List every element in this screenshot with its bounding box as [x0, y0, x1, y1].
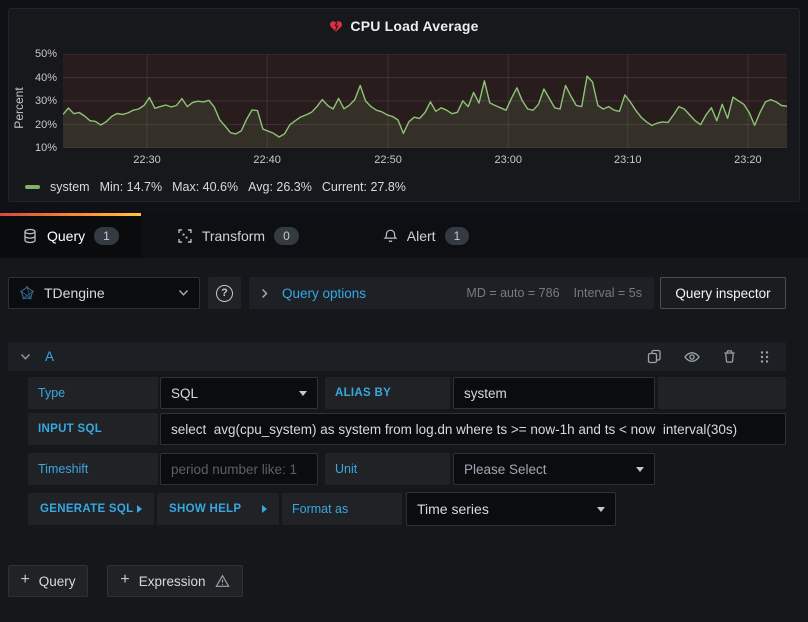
caret-down-icon [597, 507, 605, 512]
legend-avg: Avg: 26.3% [248, 180, 312, 194]
add-expression-button[interactable]: + Expression [107, 565, 243, 597]
chevron-down-icon [178, 289, 189, 297]
legend-max: Max: 40.6% [172, 180, 238, 194]
tab-alert[interactable]: Alert 1 [361, 213, 491, 258]
max-data-points-text: MD = auto = 786 [466, 286, 559, 300]
y-tick: 40% [9, 72, 57, 84]
tab-query[interactable]: Query 1 [0, 213, 141, 258]
query-row-header[interactable]: A [8, 342, 786, 371]
caret-down-icon [299, 391, 307, 396]
x-tick: 22:50 [360, 154, 416, 166]
tdengine-logo-icon [19, 285, 35, 301]
database-icon [22, 228, 38, 244]
query-editor-section: TDengine ? Query options MD = auto = 786… [0, 258, 808, 622]
tab-transform[interactable]: Transform 0 [155, 213, 321, 258]
panel-title: CPU Load Average [350, 18, 478, 34]
question-circle-icon: ? [216, 285, 233, 302]
tab-transform-label: Transform [202, 228, 265, 244]
y-tick: 20% [9, 119, 57, 131]
y-tick: 30% [9, 95, 57, 107]
type-label: Type [28, 377, 158, 409]
chevron-right-icon [261, 288, 268, 299]
alias-by-label: ALIAS BY [325, 377, 450, 409]
x-tick: 22:30 [119, 154, 175, 166]
sql-query-input[interactable] [160, 413, 786, 445]
input-sql-label: INPUT SQL [28, 413, 158, 445]
datasource-name: TDengine [44, 285, 169, 301]
y-tick: 10% [9, 142, 57, 154]
format-as-label: Format as [282, 493, 402, 525]
panel-preview-section: CPU Load Average Percent 10%20%30%40%50%… [0, 0, 808, 213]
legend-current: Current: 27.8% [322, 180, 406, 194]
x-tick: 23:10 [600, 154, 656, 166]
tab-query-count: 1 [94, 227, 119, 245]
y-axis: 10%20%30%40%50% [9, 54, 57, 148]
tab-alert-count: 1 [445, 227, 470, 245]
alias-by-input[interactable] [453, 377, 655, 409]
interval-text: Interval = 5s [574, 286, 642, 300]
add-query-button[interactable]: + Query [8, 565, 88, 597]
generate-sql-button[interactable]: GENERATE SQL [28, 493, 154, 525]
bell-icon [383, 228, 398, 244]
plus-icon: + [120, 572, 129, 588]
drag-handle-icon[interactable] [755, 350, 774, 364]
legend: system Min: 14.7% Max: 40.6% Avg: 26.3% … [25, 177, 406, 197]
editor-tab-bar: Query 1 Transform 0 Alert 1 [0, 213, 808, 258]
transform-icon [177, 228, 193, 244]
panel-header: CPU Load Average [9, 16, 799, 36]
datasource-picker[interactable]: TDengine [8, 277, 200, 309]
query-options-label: Query options [282, 286, 366, 301]
form-filler [658, 377, 786, 409]
legend-min: Min: 14.7% [100, 180, 163, 194]
tab-transform-count: 0 [274, 227, 299, 245]
datasource-help-button[interactable]: ? [208, 277, 241, 309]
type-select[interactable]: SQL [160, 377, 318, 409]
x-tick: 23:20 [720, 154, 776, 166]
alert-heart-icon [329, 20, 343, 33]
format-as-select[interactable]: Time series [406, 492, 616, 526]
timeshift-input[interactable] [160, 453, 318, 485]
plus-icon: + [20, 572, 29, 588]
unit-label: Unit [325, 453, 450, 485]
collapse-chevron-icon[interactable] [20, 353, 31, 361]
tab-query-label: Query [47, 228, 85, 244]
series-color-swatch [25, 185, 40, 189]
timeshift-label: Timeshift [28, 453, 158, 485]
caret-down-icon [636, 467, 644, 472]
unit-select[interactable]: Please Select [453, 453, 655, 485]
chart-plot[interactable] [63, 54, 787, 148]
cpu-load-panel: CPU Load Average Percent 10%20%30%40%50%… [8, 8, 800, 202]
warning-triangle-icon [215, 574, 230, 588]
query-options-toggle[interactable]: Query options MD = auto = 786 Interval =… [249, 277, 654, 309]
legend-series-name[interactable]: system [50, 180, 90, 194]
caret-right-icon [137, 505, 142, 513]
x-axis: 22:30 22:40 22:50 23:00 23:10 23:20 [63, 154, 787, 168]
delete-query-trash-icon[interactable] [718, 349, 741, 364]
show-help-button[interactable]: SHOW HELP [157, 493, 279, 525]
duplicate-query-icon[interactable] [643, 349, 666, 364]
caret-right-icon [262, 505, 267, 513]
y-tick: 50% [9, 48, 57, 60]
x-tick: 22:40 [239, 154, 295, 166]
tab-alert-label: Alert [407, 228, 436, 244]
query-inspector-button[interactable]: Query inspector [660, 277, 786, 309]
hide-query-eye-icon[interactable] [680, 350, 704, 364]
query-ref-id: A [45, 349, 54, 364]
x-tick: 23:00 [480, 154, 536, 166]
